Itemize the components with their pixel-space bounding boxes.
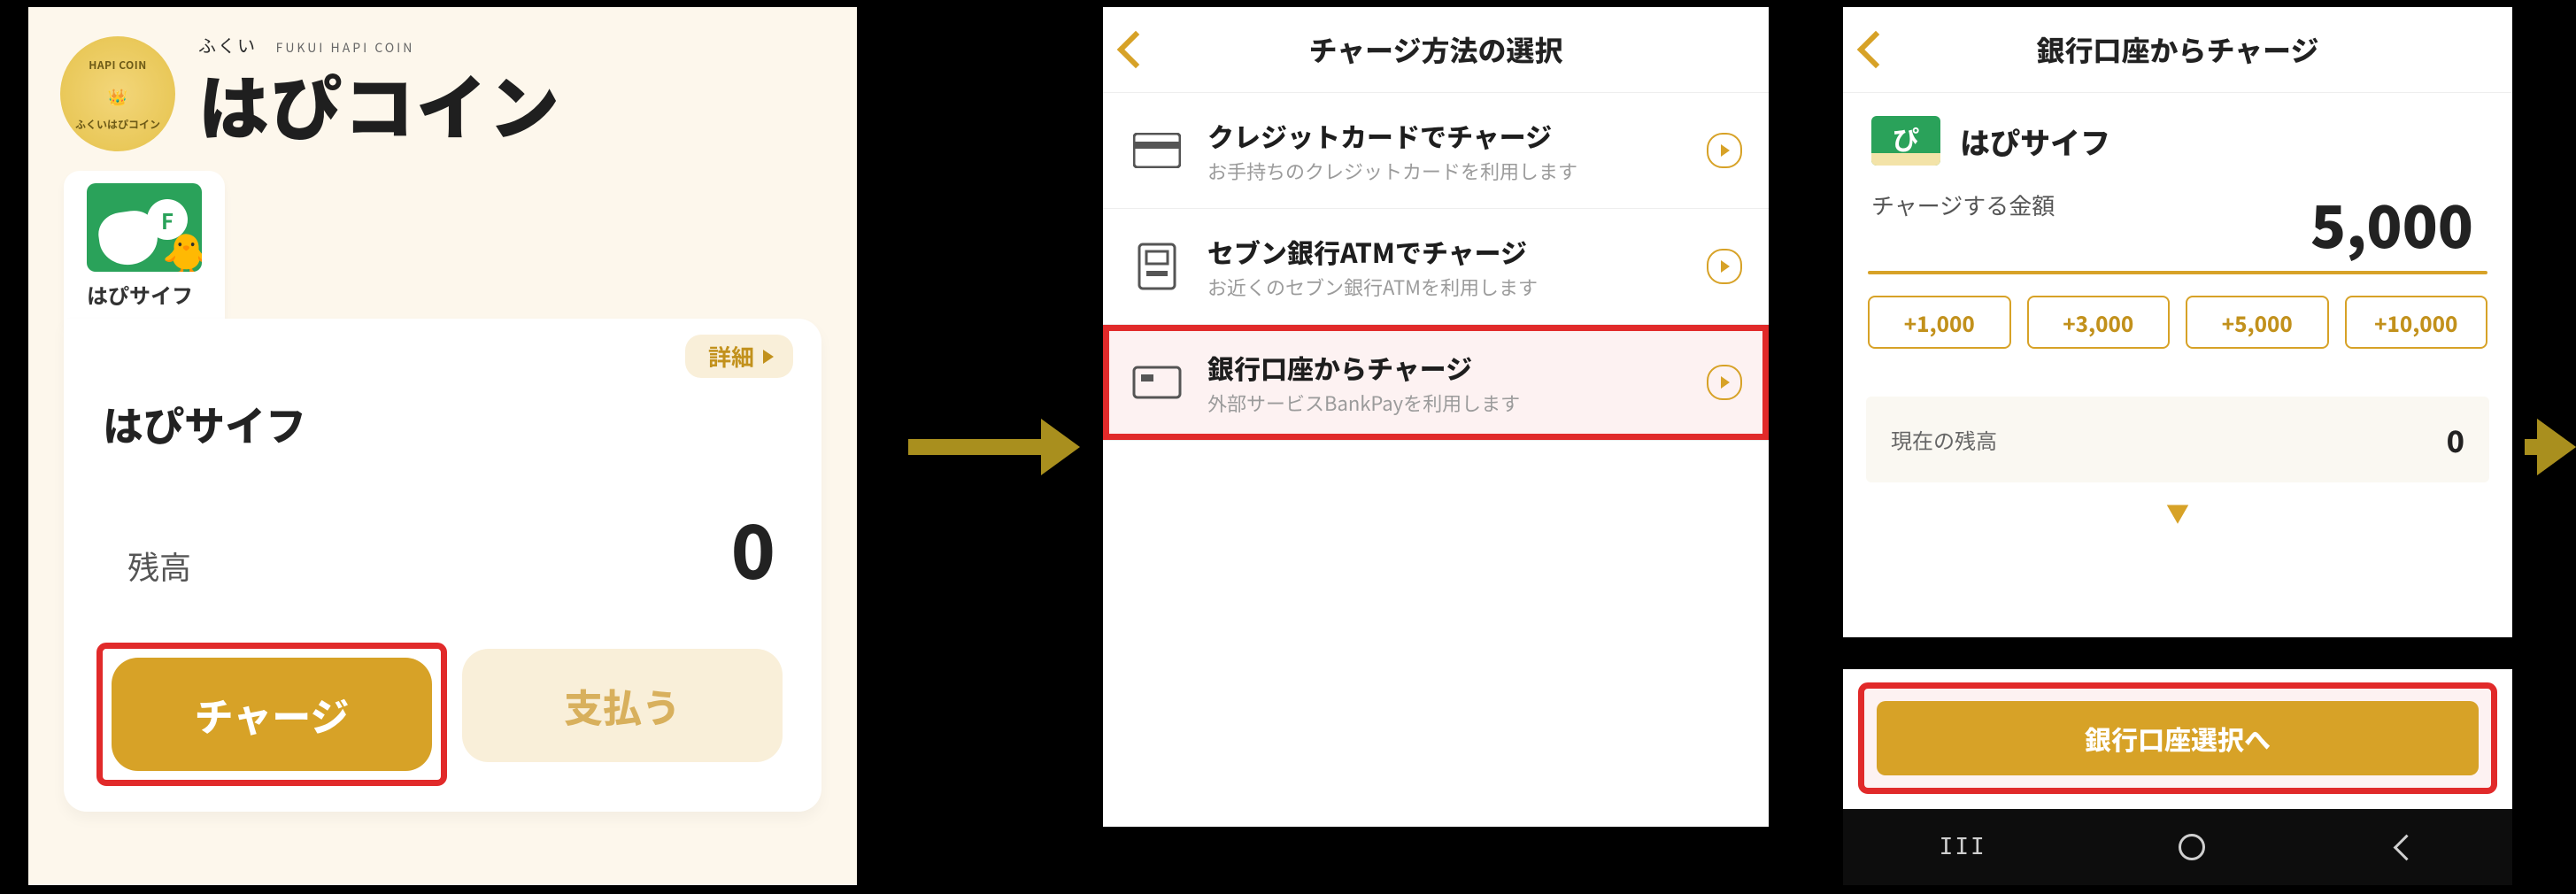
home-wallet-area: 🐥 はぴサイフ 詳細 はぴサイフ 残高 0 チャージ xyxy=(64,171,821,812)
current-balance-row: 現在の残高 0 xyxy=(1866,397,2489,482)
chevron-right-icon xyxy=(1707,133,1742,168)
amount-underline xyxy=(1868,271,2487,274)
pay-button-label: 支払う xyxy=(564,677,681,734)
bank-charge-body: ぴ はぴサイフ チャージする金額 5,000 +1,000 +3,000 +5,… xyxy=(1843,93,2512,637)
option-subtitle: お手持ちのクレジットカードを利用します xyxy=(1207,157,1684,185)
option-title: クレジットカードでチャージ xyxy=(1207,116,1684,155)
atm-icon xyxy=(1130,243,1184,290)
wallet-name: はぴサイフ xyxy=(1960,119,2110,163)
brand-main-text: はぴコイン xyxy=(198,52,561,155)
select-bank-button[interactable]: 銀行口座選択へ xyxy=(1877,701,2479,775)
charge-option-credit-card[interactable]: クレジットカードでチャージ お手持ちのクレジットカードを利用します xyxy=(1103,93,1769,209)
brand-wordmark: ふくい FUKUI HAPI COIN はぴコイン xyxy=(198,32,825,155)
screen-divider xyxy=(1843,637,2512,669)
balance-value: 0 xyxy=(731,494,775,601)
charge-button[interactable]: チャージ xyxy=(112,658,432,771)
balance-row: 残高 0 xyxy=(103,483,783,626)
wallet-card-mark-icon: ぴ xyxy=(1893,119,1919,158)
charge-button-highlight: チャージ xyxy=(103,649,441,780)
current-balance-label: 現在の残高 xyxy=(1891,424,1997,455)
back-button[interactable] xyxy=(1117,31,1154,68)
preset-label: +1,000 xyxy=(1904,307,1975,338)
current-balance-value: 0 xyxy=(2447,418,2464,461)
screen-charge-method: チャージ方法の選択 クレジットカードでチャージ お手持ちのクレジットカードを利用… xyxy=(1101,5,1770,828)
cta-section: 銀行口座選択へ xyxy=(1843,669,2512,809)
flow-arrow-icon xyxy=(2525,420,2576,474)
balance-label: 残高 xyxy=(127,543,191,589)
topbar: 銀行口座からチャージ xyxy=(1843,7,2512,93)
option-title: 銀行口座からチャージ xyxy=(1207,348,1684,387)
android-nav-bar: III xyxy=(1843,809,2512,885)
wallet-action-buttons: チャージ 支払う xyxy=(103,649,783,780)
wallet-card-icon: ぴ xyxy=(1871,116,1940,166)
preset-label: +10,000 xyxy=(2374,307,2457,338)
preset-1000-button[interactable]: +1,000 xyxy=(1868,296,2011,349)
chevron-right-icon xyxy=(1707,249,1742,284)
wallet-detail-link[interactable]: 詳細 xyxy=(685,335,793,378)
flow-arrow-icon xyxy=(908,420,1080,474)
select-bank-button-label: 銀行口座選択へ xyxy=(2085,719,2271,758)
topbar: チャージ方法の選択 xyxy=(1103,7,1769,93)
screen-bank-charge: 銀行口座からチャージ ぴ はぴサイフ チャージする金額 5,000 +1,000… xyxy=(1841,5,2514,887)
charge-option-bank-account[interactable]: 銀行口座からチャージ 外部サービスBankPayを利用します xyxy=(1103,325,1769,441)
preset-10000-button[interactable]: +10,000 xyxy=(2345,296,2488,349)
hapicoin-logo-badge: HAPI COIN 👑 ふくいはぴコイン xyxy=(60,36,175,151)
wallet-inline: ぴ はぴサイフ xyxy=(1866,93,2489,185)
credit-card-icon xyxy=(1130,127,1184,174)
chevron-right-icon xyxy=(763,350,774,364)
wallet-tab-label: はぴサイフ xyxy=(87,279,202,310)
chevron-right-icon xyxy=(1707,365,1742,400)
wallet-panel: 詳細 はぴサイフ 残高 0 チャージ 支払う xyxy=(64,319,821,812)
topbar-title: 銀行口座からチャージ xyxy=(2036,29,2318,70)
wallet-tab[interactable]: 🐥 はぴサイフ xyxy=(64,171,225,324)
wallet-card-icon: 🐥 xyxy=(87,183,202,272)
preset-3000-button[interactable]: +3,000 xyxy=(2027,296,2171,349)
back-button[interactable] xyxy=(1857,31,1894,68)
wallet-mascot-icon: 🐥 xyxy=(162,222,202,272)
charge-option-seven-atm[interactable]: セブン銀行ATMでチャージ お近くのセブン銀行ATMを利用します xyxy=(1103,209,1769,325)
badge-sub-text: ふくいはぴコイン xyxy=(75,117,160,132)
topbar-title: チャージ方法の選択 xyxy=(1308,29,1562,70)
screen-home: HAPI COIN 👑 ふくいはぴコイン ふくい FUKUI HAPI COIN… xyxy=(27,5,859,887)
option-subtitle: お近くのセブン銀行ATMを利用します xyxy=(1207,273,1684,301)
preset-amount-row: +1,000 +3,000 +5,000 +10,000 xyxy=(1868,296,2487,349)
preset-5000-button[interactable]: +5,000 xyxy=(2186,296,2329,349)
bank-card-icon xyxy=(1130,358,1184,406)
android-home-button[interactable] xyxy=(2179,834,2205,860)
cta-highlight: 銀行口座選択へ xyxy=(1864,689,2491,788)
option-title: セブン銀行ATMでチャージ xyxy=(1207,232,1684,271)
preset-label: +3,000 xyxy=(2063,307,2133,338)
option-subtitle: 外部サービスBankPayを利用します xyxy=(1207,389,1684,417)
chevron-down-icon: ▼ xyxy=(1866,497,2489,529)
home-header: HAPI COIN 👑 ふくいはぴコイン ふくい FUKUI HAPI COIN… xyxy=(28,7,857,164)
pay-button[interactable]: 支払う xyxy=(462,649,783,762)
wallet-panel-title: はぴサイフ xyxy=(103,395,783,453)
charge-button-label: チャージ xyxy=(195,686,350,743)
wallet-detail-label: 詳細 xyxy=(708,340,754,373)
android-recents-button[interactable]: III xyxy=(1940,834,1986,860)
badge-top-text: HAPI COIN xyxy=(89,58,147,73)
preset-label: +5,000 xyxy=(2222,307,2293,338)
badge-mascot-icon: 👑 xyxy=(108,85,127,108)
android-back-button[interactable] xyxy=(2394,834,2420,860)
brand-main: はぴコイン xyxy=(198,52,825,155)
